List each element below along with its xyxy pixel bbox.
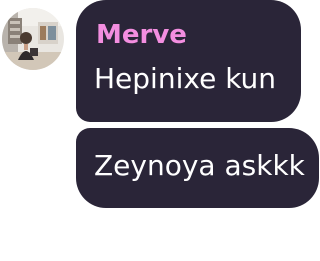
message-text: Hepinixe kun	[94, 62, 277, 95]
chat-message-group: Merve Hepinixe kun Zeynoya askkk	[0, 0, 320, 261]
message-text: Zeynoya askkk	[94, 149, 305, 182]
message-bubble[interactable]: Zeynoya askkk	[76, 128, 319, 208]
sender-name[interactable]: Merve	[96, 20, 187, 50]
avatar-photo-icon	[2, 8, 64, 70]
message-bubble[interactable]: Merve Hepinixe kun	[76, 0, 301, 122]
sender-avatar[interactable]	[2, 8, 64, 70]
